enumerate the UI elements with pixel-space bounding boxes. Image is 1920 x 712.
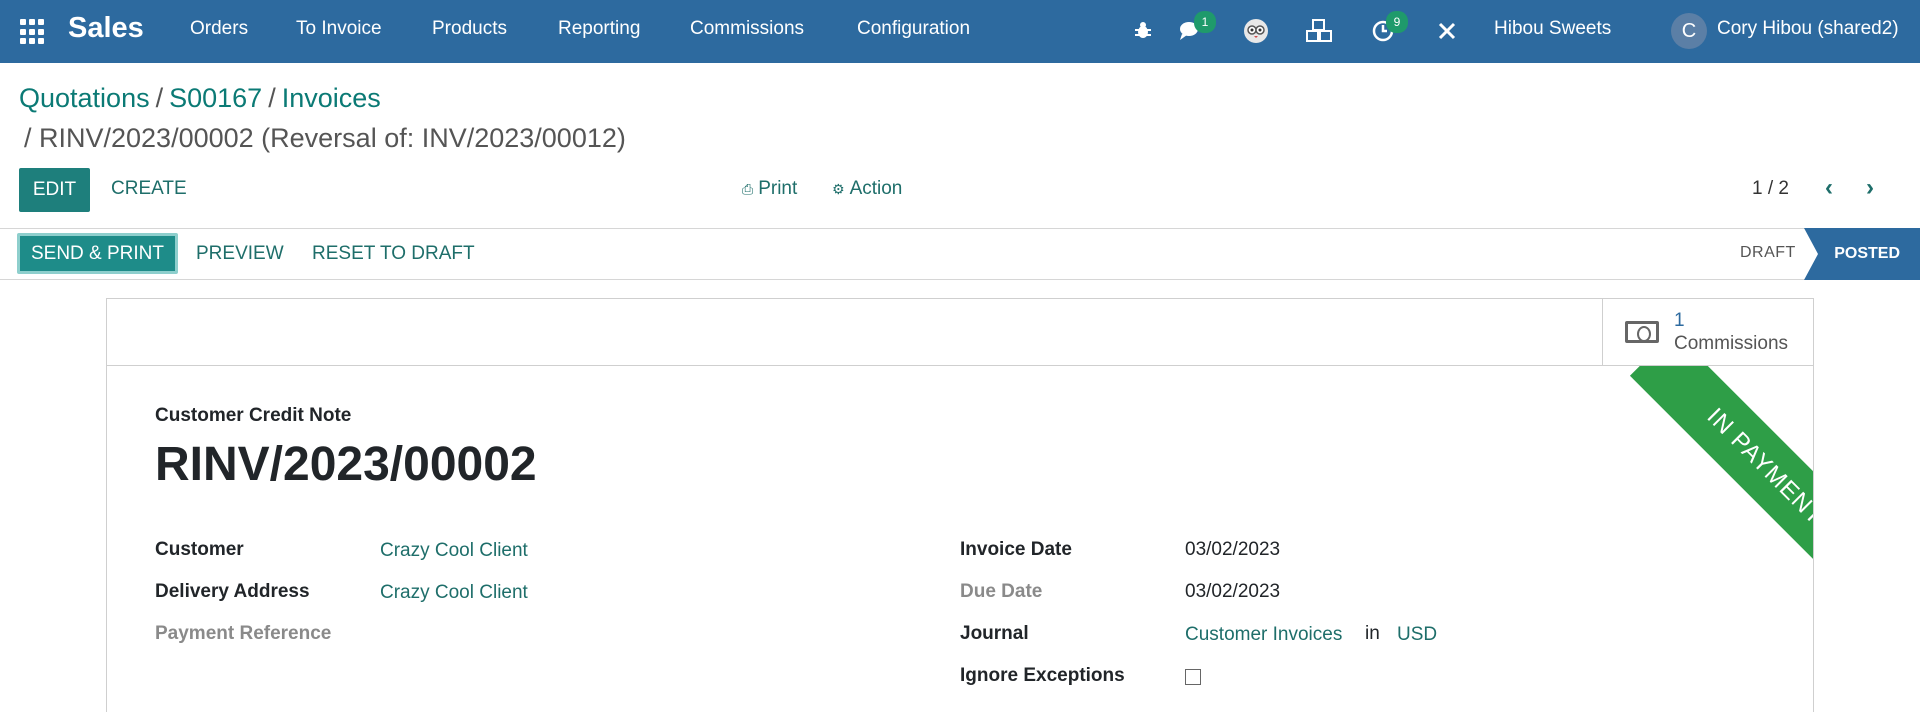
print-dropdown[interactable]: ⎙ Print [742, 178, 797, 200]
ribbon-container: IN PAYMENT [1593, 366, 1813, 586]
breadcrumb-current: / RINV/2023/00002 (Reversal of: INV/2023… [24, 123, 626, 153]
send-print-button[interactable]: SEND & PRINT [17, 233, 178, 274]
ignore-exceptions-checkbox[interactable] [1185, 669, 1201, 685]
chat-icon[interactable]: 1 [1176, 11, 1216, 46]
menu-configuration[interactable]: Configuration [857, 18, 970, 40]
activities-badge: 9 [1386, 11, 1408, 33]
user-menu[interactable]: Cory Hibou (shared2) [1717, 18, 1899, 40]
commissions-smart-button[interactable]: 1 Commissions [1602, 299, 1813, 366]
document-type: Customer Credit Note [155, 405, 352, 426]
menu-commissions[interactable]: Commissions [690, 18, 804, 40]
breadcrumb-quotations[interactable]: Quotations [19, 83, 150, 113]
stage-draft[interactable]: DRAFT [1740, 244, 1796, 262]
breadcrumb-order[interactable]: S00167 [169, 83, 262, 113]
delivery-address-field[interactable]: Crazy Cool Client [380, 582, 528, 604]
journal-label: Journal [960, 623, 1029, 644]
preview-button[interactable]: PREVIEW [196, 243, 284, 265]
breadcrumb-invoices[interactable]: Invoices [282, 83, 381, 113]
due-date-label: Due Date [960, 581, 1043, 602]
menu-orders[interactable]: Orders [190, 18, 248, 40]
owl-icon[interactable] [1241, 16, 1271, 46]
stage-posted[interactable]: POSTED [1804, 228, 1920, 280]
button-box: 1 Commissions [107, 299, 1813, 366]
breadcrumb: Quotations / S00167/Invoices [19, 83, 381, 113]
company-switcher[interactable]: Hibou Sweets [1494, 18, 1611, 40]
delivery-address-label: Delivery Address [155, 581, 310, 602]
action-dropdown[interactable]: ⚙ Action [832, 178, 902, 200]
menu-products[interactable]: Products [432, 18, 507, 40]
top-navbar: Sales Orders To Invoice Products Reporti… [0, 0, 1920, 63]
print-label: Print [758, 178, 798, 199]
customer-label: Customer [155, 539, 244, 560]
ignore-exceptions-label: Ignore Exceptions [960, 665, 1125, 686]
tools-icon[interactable] [1432, 16, 1462, 46]
menu-reporting[interactable]: Reporting [558, 18, 640, 40]
edit-button[interactable]: EDIT [19, 168, 90, 212]
action-label: Action [849, 178, 903, 199]
journal-in-text: in [1365, 623, 1380, 644]
form-sheet: 1 Commissions IN PAYMENT Customer Credit… [106, 298, 1814, 712]
currency-field[interactable]: USD [1397, 624, 1437, 646]
customer-field[interactable]: Crazy Cool Client [380, 540, 528, 562]
pager-previous-icon[interactable]: ‹ [1825, 174, 1833, 202]
apps-menu-icon[interactable] [20, 19, 46, 45]
document-name: RINV/2023/00002 [155, 438, 537, 491]
commissions-count: 1 [1674, 310, 1685, 331]
printer-icon: ⎙ [742, 181, 754, 197]
commissions-label: Commissions [1674, 333, 1789, 354]
bug-icon[interactable] [1128, 16, 1158, 46]
gear-icon: ⚙ [832, 181, 845, 197]
messages-badge: 1 [1194, 11, 1216, 33]
invoice-date-field: 03/02/2023 [1185, 539, 1281, 560]
pager-value: 1 / 2 [1752, 178, 1789, 199]
pager-next-icon[interactable]: › [1866, 174, 1874, 202]
cubes-icon[interactable] [1304, 16, 1334, 46]
due-date-field: 03/02/2023 [1185, 581, 1281, 602]
menu-to-invoice[interactable]: To Invoice [296, 18, 382, 40]
create-button[interactable]: CREATE [111, 178, 187, 200]
payment-reference-label: Payment Reference [155, 623, 332, 644]
activities-clock-icon[interactable]: 9 [1368, 11, 1408, 46]
app-name[interactable]: Sales [68, 12, 144, 45]
in-payment-ribbon: IN PAYMENT [1629, 366, 1813, 586]
money-icon [1625, 321, 1659, 343]
journal-field[interactable]: Customer Invoices [1185, 624, 1342, 646]
avatar[interactable]: C [1671, 13, 1707, 49]
reset-to-draft-button[interactable]: RESET TO DRAFT [312, 243, 475, 265]
status-bar [0, 228, 1920, 280]
invoice-date-label: Invoice Date [960, 539, 1072, 560]
